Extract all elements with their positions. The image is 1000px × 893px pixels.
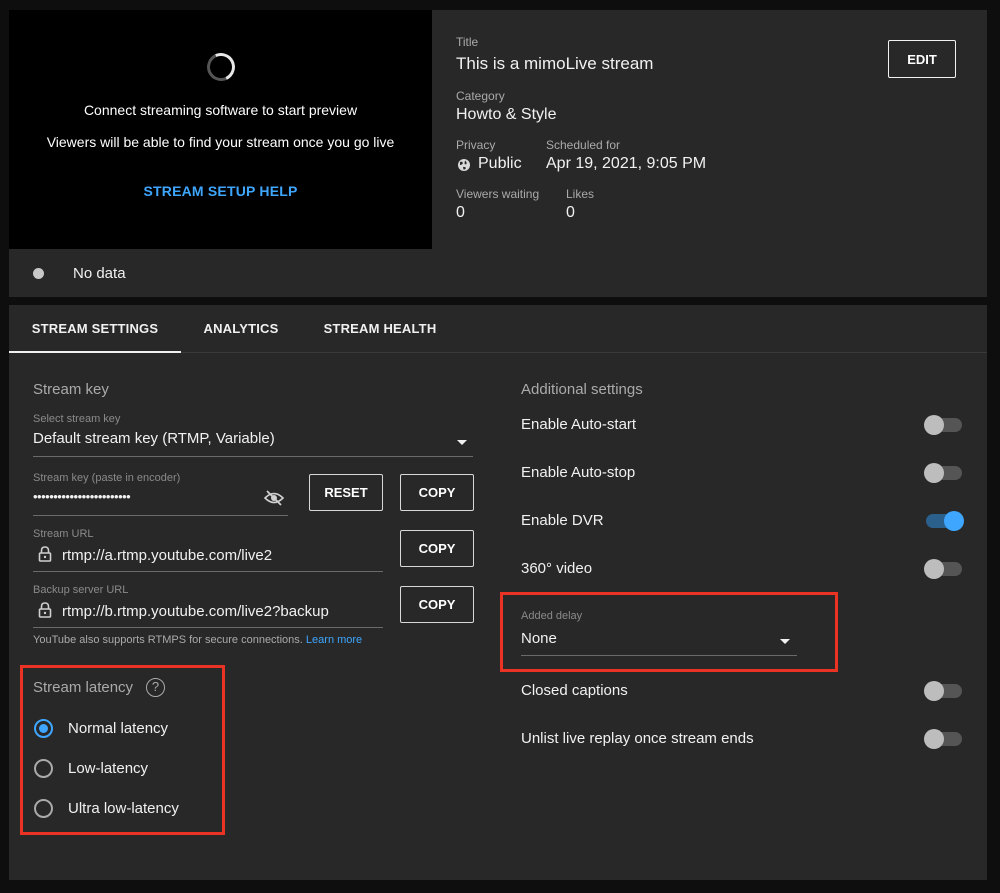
dvr-toggle[interactable] — [926, 511, 964, 531]
auto-stop-toggle[interactable] — [924, 463, 962, 483]
latency-highlight-box — [20, 665, 225, 835]
divider — [33, 456, 473, 457]
visibility-off-icon[interactable] — [264, 490, 284, 506]
copy-url-button[interactable]: COPY — [400, 530, 474, 567]
likes-value: 0 — [566, 204, 575, 221]
category-label: Category — [456, 89, 505, 103]
privacy-label: Privacy — [456, 138, 496, 152]
360-video-label: 360° video — [521, 560, 593, 577]
stream-url-field[interactable]: rtmp://a.rtmp.youtube.com/live2 — [62, 547, 272, 564]
viewers-waiting-value: 0 — [456, 204, 465, 221]
stream-key-heading: Stream key — [33, 381, 109, 398]
preview-submessage: Viewers will be able to find your stream… — [46, 134, 395, 150]
privacy-value: Public — [478, 155, 522, 172]
settings-tabs: STREAM SETTINGS ANALYTICS STREAM HEALTH — [9, 305, 987, 353]
dvr-label: Enable DVR — [521, 512, 604, 529]
toggle-knob — [924, 681, 944, 701]
stream-key-field[interactable]: •••••••••••••••••••••••• — [33, 489, 131, 504]
globe-icon — [458, 159, 470, 171]
stream-preview: Connect streaming software to start prev… — [9, 10, 432, 249]
loading-spinner-icon — [203, 49, 239, 85]
status-dot-icon — [33, 268, 44, 279]
delay-highlight-box — [500, 592, 838, 672]
edit-button[interactable]: EDIT — [888, 40, 956, 78]
stream-title: This is a mimoLive stream — [456, 54, 654, 73]
360-video-toggle[interactable] — [924, 559, 962, 579]
learn-more-link[interactable]: Learn more — [306, 634, 362, 646]
toggle-knob — [924, 463, 944, 483]
category-value: Howto & Style — [456, 106, 557, 123]
stream-url-label: Stream URL — [33, 528, 94, 540]
stream-status: No data — [73, 265, 126, 282]
lock-icon — [38, 546, 52, 562]
auto-start-label: Enable Auto-start — [521, 416, 637, 433]
chevron-down-icon[interactable] — [457, 440, 467, 445]
toggle-knob — [924, 415, 944, 435]
copy-backup-url-button[interactable]: COPY — [400, 586, 474, 623]
scheduled-label: Scheduled for — [546, 138, 621, 152]
reset-key-button[interactable]: RESET — [309, 474, 383, 511]
copy-key-button[interactable]: COPY — [400, 474, 474, 511]
lock-icon — [38, 602, 52, 618]
scheduled-value: Apr 19, 2021, 9:05 PM — [546, 155, 707, 172]
divider — [33, 571, 383, 572]
divider — [33, 627, 383, 628]
auto-stop-label: Enable Auto-stop — [521, 464, 636, 481]
closed-captions-label: Closed captions — [521, 682, 628, 699]
select-stream-key-label: Select stream key — [33, 413, 121, 425]
stream-setup-help-link[interactable]: STREAM SETUP HELP — [9, 183, 432, 199]
likes-label: Likes — [566, 187, 595, 201]
toggle-knob — [924, 729, 944, 749]
unlist-replay-label: Unlist live replay once stream ends — [521, 730, 754, 747]
preview-message: Connect streaming software to start prev… — [83, 102, 358, 118]
additional-settings-heading: Additional settings — [521, 381, 643, 398]
tab-analytics[interactable]: ANALYTICS — [181, 305, 301, 353]
rtmps-note: YouTube also supports RTMPS for secure c… — [33, 634, 362, 646]
stream-details-panel: Connect streaming software to start prev… — [9, 10, 987, 297]
toggle-knob — [924, 559, 944, 579]
backup-url-label: Backup server URL — [33, 584, 129, 596]
closed-captions-toggle[interactable] — [924, 681, 962, 701]
divider — [33, 515, 288, 516]
unlist-replay-toggle[interactable] — [924, 729, 962, 749]
backup-url-field[interactable]: rtmp://b.rtmp.youtube.com/live2?backup — [62, 603, 329, 620]
rtmps-note-text: YouTube also supports RTMPS for secure c… — [33, 634, 303, 646]
tab-stream-health[interactable]: STREAM HEALTH — [301, 305, 459, 353]
stream-key-select[interactable]: Default stream key (RTMP, Variable) — [33, 430, 275, 447]
tab-stream-settings[interactable]: STREAM SETTINGS — [9, 305, 181, 353]
stream-key-label: Stream key (paste in encoder) — [33, 472, 181, 484]
auto-start-toggle[interactable] — [924, 415, 962, 435]
title-label: Title — [456, 35, 479, 49]
toggle-knob — [944, 511, 964, 531]
viewers-waiting-label: Viewers waiting — [456, 187, 540, 201]
